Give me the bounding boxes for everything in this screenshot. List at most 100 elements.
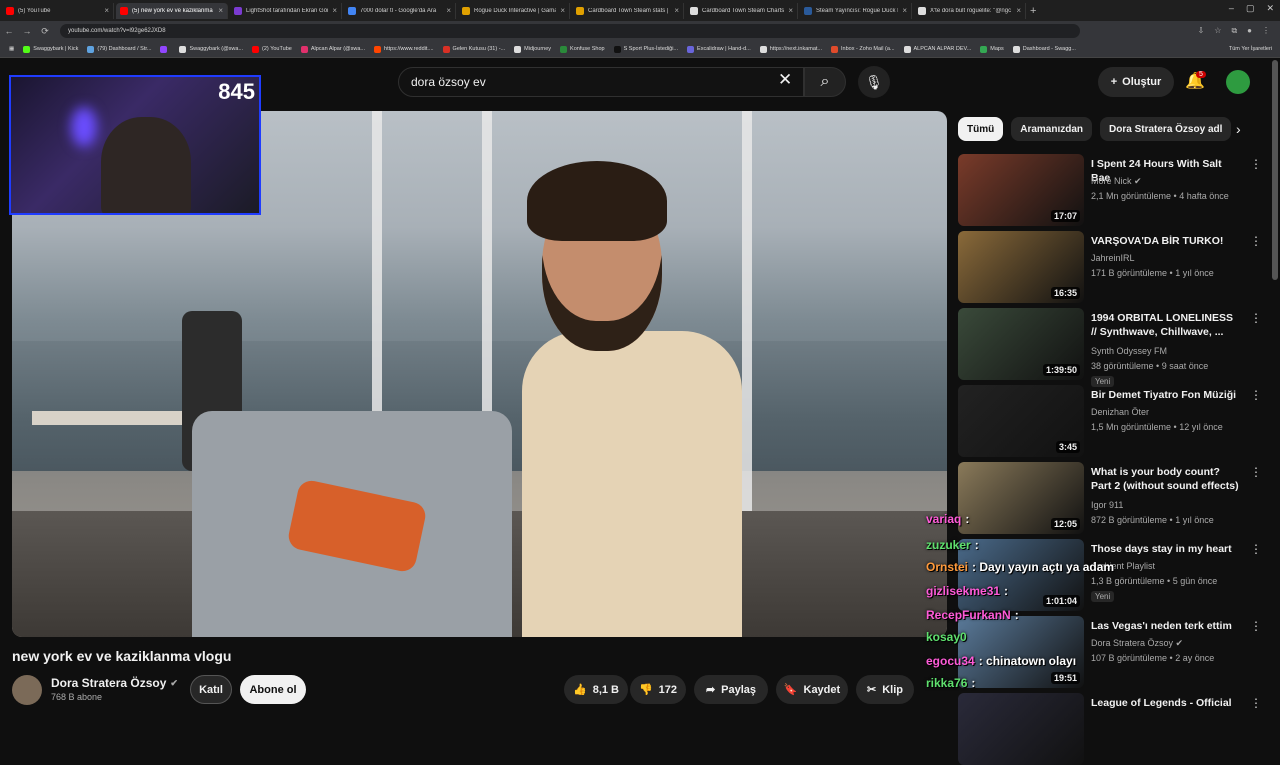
close-tab-icon[interactable]: × [674,6,679,15]
more-options-icon[interactable]: ⋮ [1250,696,1262,710]
bookmark-item[interactable]: Konfuse Shop [560,45,605,53]
more-options-icon[interactable]: ⋮ [1250,542,1262,556]
recommendation-title[interactable]: 1994 ORBITAL LONELINESS // Synthwave, Ch… [1091,311,1241,339]
more-options-icon[interactable]: ⋮ [1250,619,1262,633]
browser-tab[interactable]: Rogue Duck Interactive | Gama × [458,2,570,19]
browser-tab[interactable]: (5) YouTube × [2,2,114,19]
recommendation-channel[interactable]: Igor 911 [1091,500,1123,510]
video-thumbnail[interactable]: 17:07 [958,154,1084,226]
share-button[interactable]: ➦ Paylaş [694,675,768,704]
video-thumbnail[interactable]: 16:35 [958,231,1084,303]
channel-name-row[interactable]: Dora Stratera Özsoy ✔ [51,676,178,690]
more-options-icon[interactable]: ⋮ [1250,157,1262,171]
save-button[interactable]: 🔖 Kaydet [776,675,848,704]
back-icon[interactable]: ← [0,26,18,36]
account-avatar[interactable] [1226,70,1250,94]
recommendation-item[interactable]: 1:39:50 1994 ORBITAL LONELINESS // Synthw… [958,308,1262,387]
chevron-right-icon[interactable]: › [1236,121,1241,137]
recommendation-channel[interactable]: Dora Stratera Özsoy ✔ [1091,638,1183,649]
bookmark-item[interactable]: Gelen Kutusu (31) -... [442,45,505,53]
close-tab-icon[interactable]: × [560,6,565,15]
menu-icon[interactable]: ⋮ [1262,26,1270,36]
recommendation-item[interactable]: 12:05 What is your body count? Part 2 (wi… [958,462,1262,534]
url-field[interactable]: youtube.com/watch?v=l92ge62JXD8 [60,24,1080,38]
filter-chip[interactable]: Aramanızdan [1011,117,1093,141]
video-thumbnail[interactable]: 1:39:50 [958,308,1084,380]
bookmark-item[interactable]: Excalidraw | Hand-d... [687,45,751,53]
close-tab-icon[interactable]: × [218,6,223,15]
bookmark-item[interactable]: ALPCAN ALPAR DEV... [903,45,971,53]
recommendation-title[interactable]: What is your body count? Part 2 (without… [1091,465,1241,493]
recommendation-channel[interactable]: Denizhan Öter [1091,407,1149,417]
bookmark-item[interactable]: S Sport Plus-İstediği... [613,45,678,53]
video-thumbnail[interactable]: 12:05 [958,462,1084,534]
bookmark-item[interactable]: (79) Dashboard / Str... [87,45,151,53]
bookmark-item[interactable]: Swaggybark (@swa... [179,45,243,53]
more-options-icon[interactable]: ⋮ [1250,388,1262,402]
all-bookmarks-folder[interactable]: Tüm Yer İşaretleri [1229,46,1280,52]
new-tab-icon[interactable]: + [1030,5,1036,17]
clip-button[interactable]: ✂ Klip [856,675,914,704]
recommendation-channel[interactable]: JahreinIRL [1091,253,1135,263]
recommendation-title[interactable]: Bir Demet Tiyatro Fon Müziği [1091,388,1241,402]
video-thumbnail[interactable]: 3:45 [958,385,1084,457]
recommendation-item[interactable]: 16:35 VARŞOVA'DA BİR TURKO! JahreinIRL 171 … [958,231,1262,303]
filter-chip[interactable]: Tümü [958,117,1004,141]
close-tab-icon[interactable]: × [902,6,907,15]
minimize-icon[interactable]: – [1229,3,1234,14]
browser-tab[interactable]: 7000 dolar tl - Google'da Ara × [344,2,456,19]
bookmark-item[interactable]: Alpcan Alpar (@swa... [300,45,365,53]
page-scrollbar[interactable] [1272,60,1278,280]
filter-chip[interactable]: Dora Stratera Özsoy adl [1100,117,1232,141]
video-thumbnail[interactable]: 19:51 [958,616,1084,688]
recommendation-title[interactable]: Las Vegas'ı neden terk ettim [1091,619,1241,633]
extensions-icon[interactable]: ⧉ [1231,26,1237,36]
browser-tab[interactable]: X'te dora bult roguelite: "@ngc × [914,2,1026,19]
bookmark-item[interactable]: https://next.inkamat... [759,45,822,53]
close-tab-icon[interactable]: × [332,6,337,15]
close-tab-icon[interactable]: × [446,6,451,15]
bookmark-star-icon[interactable]: ☆ [1214,26,1221,36]
bookmark-item[interactable]: Maps [980,45,1004,53]
browser-tab[interactable]: LightShot tarafından Ekran Görü × [230,2,342,19]
close-tab-icon[interactable]: × [104,6,109,15]
bookmark-item[interactable]: Midjourney [514,45,551,53]
voice-search-button[interactable]: 🎙 [858,66,890,98]
recommendation-title[interactable]: League of Legends - Official [1091,696,1241,710]
close-tab-icon[interactable]: × [1016,6,1021,15]
bookmark-item[interactable]: https://www.reddit.... [374,45,434,53]
bookmark-item[interactable]: Inbox - Zoho Mail (a... [831,45,895,53]
video-thumbnail[interactable] [958,693,1084,765]
search-input[interactable]: dora özsoy ev [398,67,804,97]
recommendation-title[interactable]: Those days stay in my heart [1091,542,1241,556]
recommendation-item[interactable]: 1:01:04 Those days stay in my heart Ambien… [958,539,1262,611]
close-window-icon[interactable]: ✕ [1266,3,1274,14]
bookmark-item[interactable] [160,45,170,53]
more-options-icon[interactable]: ⋮ [1250,465,1262,479]
maximize-icon[interactable]: ▢ [1246,3,1255,14]
recommendation-item[interactable]: League of Legends - Official ⋮ [958,693,1262,765]
recommendation-channel[interactable]: More Nick ✔ [1091,176,1142,187]
recommendation-item[interactable]: 17:07 I Spent 24 Hours With Salt Bae More … [958,154,1262,226]
channel-avatar[interactable] [12,675,42,705]
more-options-icon[interactable]: ⋮ [1250,311,1262,325]
reload-icon[interactable]: ⟳ [36,26,54,37]
recommendation-channel[interactable]: Synth Odyssey FM [1091,346,1167,356]
subscribe-button[interactable]: Abone ol [240,675,306,704]
recommendation-item[interactable]: 3:45 Bir Demet Tiyatro Fon Müziği Denizhan… [958,385,1262,457]
bookmark-item[interactable]: Dashboard - Swagg... [1012,45,1076,53]
apps-icon[interactable]: ▦ [9,46,14,52]
more-options-icon[interactable]: ⋮ [1250,234,1262,248]
recommendation-title[interactable]: VARŞOVA'DA BİR TURKO! [1091,234,1241,248]
browser-tab[interactable]: Cardboard Town Steam Charts × [686,2,798,19]
browser-tab[interactable]: Cardboard Town Steam stats | × [572,2,684,19]
browser-tab[interactable]: (5) new york ev ve kaziklanma × [116,2,228,19]
create-button[interactable]: + Oluştur [1098,67,1174,97]
dislike-button[interactable]: 👎 172 [630,675,686,704]
profile-icon[interactable]: ● [1247,26,1252,36]
recommendation-item[interactable]: 19:51 Las Vegas'ı neden terk ettim Dora St… [958,616,1262,688]
clear-search-icon[interactable]: ✕ [778,70,792,90]
browser-tab[interactable]: Steam Yayıncısı: Rogue Duck In × [800,2,912,19]
bookmark-item[interactable]: Swaggybark | Kick [23,45,78,53]
like-button[interactable]: 👍 8,1 B [564,675,628,704]
